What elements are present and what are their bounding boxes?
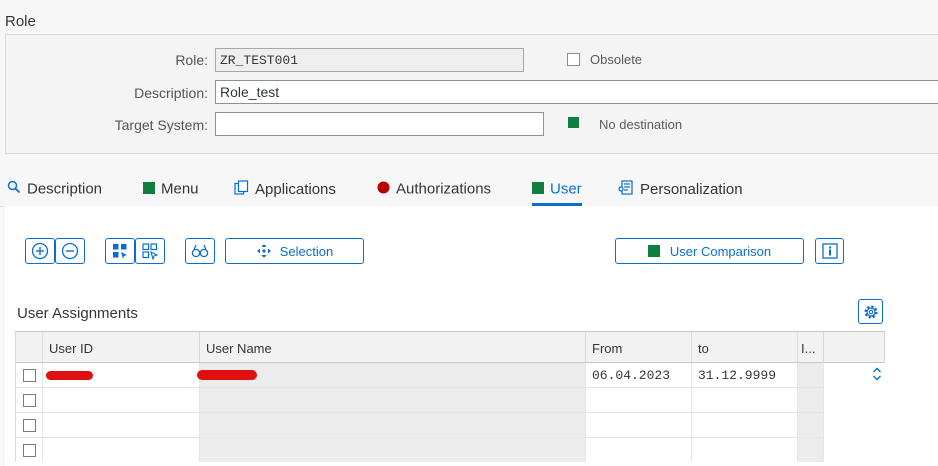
tab-personalization[interactable]: Personalization [618,180,743,205]
user-comparison-button-label: User Comparison [669,243,772,259]
redaction-mark [197,370,257,380]
select-all-button[interactable] [105,238,135,264]
user-id-cell[interactable] [43,413,200,438]
deselect-all-icon [141,242,159,260]
plus-circle-icon [31,242,49,260]
row-checkbox[interactable] [23,419,36,432]
scroll-updown-icon[interactable] [872,366,882,387]
row-checkbox[interactable] [23,369,36,382]
move-arrows-icon [256,243,272,259]
from-date-cell[interactable] [586,413,692,438]
user-id-cell[interactable] [43,363,200,388]
role-field[interactable]: ZR_TEST001 [215,48,524,72]
indicator-cell [798,413,824,438]
tab-description-label: Description [27,180,103,198]
glasses-icon [191,242,209,260]
column-header-user-name[interactable]: User Name [200,332,586,363]
user-assignments-title: User Assignments [17,305,138,322]
status-indicator-icon [568,117,579,128]
user-name-cell [200,388,586,413]
green-square-icon [532,181,544,198]
tab-menu-label: Menu [161,180,199,198]
obsolete-label: Obsolete [590,52,643,67]
description-field[interactable]: Role_test [215,80,938,104]
user-name-cell [200,413,586,438]
obsolete-checkbox[interactable] [567,53,580,66]
user-id-cell[interactable] [43,438,200,462]
add-row-button[interactable] [25,238,55,264]
deselect-all-button[interactable] [135,238,165,264]
indicator-cell [798,388,824,413]
indicator-cell [798,363,824,388]
table-row-selector[interactable] [16,438,43,462]
tab-user[interactable]: User [532,180,582,206]
destination-status: No destination [599,117,683,132]
row-selector-header[interactable] [16,332,43,363]
indicator-cell [798,438,824,462]
column-header-indicator[interactable]: I... [798,332,824,363]
to-date-cell[interactable] [692,388,798,413]
tab-authorizations[interactable]: Authorizations [377,180,491,205]
from-date-cell[interactable] [586,388,692,413]
user-comparison-button[interactable]: User Comparison [615,238,804,264]
user-assignments-table: User ID User Name From to I... 06.04.202… [15,331,885,462]
tab-bar: Description Menu Applications Authorizat… [0,176,938,207]
minus-circle-icon [61,242,79,260]
role-label: Role: [175,52,208,68]
gear-icon [863,304,879,320]
table-row-selector[interactable] [16,413,43,438]
user-name-cell [197,363,586,388]
tab-menu[interactable]: Menu [143,180,199,205]
to-date-cell[interactable]: 31.12.9999 [692,363,798,388]
green-square-icon [647,245,660,257]
description-label: Description: [134,85,208,101]
column-header-user-id[interactable]: User ID [43,332,200,363]
target-system-label: Target System: [114,117,208,133]
green-square-icon [143,181,155,198]
target-system-field[interactable] [215,112,544,136]
display-details-button[interactable] [185,238,215,264]
to-date-cell[interactable] [692,413,798,438]
red-circle-icon [377,181,390,198]
to-date-cell[interactable] [692,438,798,462]
delete-row-button[interactable] [55,238,85,264]
row-checkbox[interactable] [23,394,36,407]
tab-authorizations-label: Authorizations [396,180,492,198]
table-settings-button[interactable] [858,299,883,324]
info-icon [821,243,838,259]
column-header-spacer [824,332,885,363]
column-header-to[interactable]: to [692,332,798,363]
page-title: Role [5,13,36,30]
info-button[interactable] [815,238,844,264]
table-row-selector[interactable] [16,388,43,413]
selection-button[interactable]: Selection [225,238,364,264]
tab-description[interactable]: Description [7,180,102,205]
selection-button-label: Selection [279,243,334,259]
tab-applications-label: Applications [255,181,336,198]
tab-personalization-label: Personalization [640,181,743,198]
copy-icon [234,180,249,199]
vertical-scrollbar[interactable] [824,363,885,462]
table-row-selector[interactable] [16,363,43,388]
tab-applications[interactable]: Applications [234,180,336,205]
magnifier-icon [7,180,21,198]
row-checkbox[interactable] [23,444,36,457]
from-date-cell[interactable] [586,438,692,462]
user-name-cell [200,438,586,462]
tab-user-label: User [550,180,582,198]
from-date-cell[interactable]: 06.04.2023 [586,363,692,388]
column-header-from[interactable]: From [586,332,692,363]
redaction-mark [46,371,93,380]
user-id-cell[interactable] [43,388,200,413]
personalization-icon [618,180,634,199]
select-all-icon [111,242,129,260]
